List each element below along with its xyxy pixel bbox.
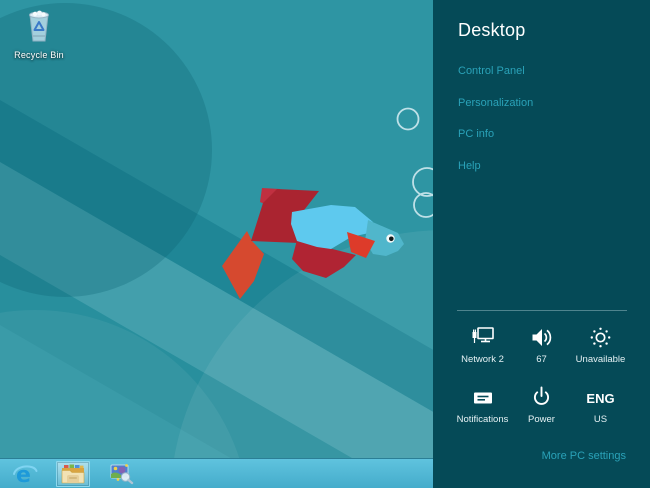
recycle-bin[interactable]: Recycle Bin [6,8,72,60]
recycle-bin-icon [29,10,49,42]
link-control-panel[interactable]: Control Panel [458,66,630,77]
power-icon [530,382,553,409]
notifications-icon [471,382,495,409]
tile-language-label: US [593,414,608,425]
brightness-icon [589,322,612,349]
recycle-bin-label: Recycle Bin [14,50,64,60]
panel-divider [457,310,627,311]
tile-brightness-label: Unavailable [575,354,626,365]
language-value: ENG [586,391,615,406]
tile-brightness[interactable]: Unavailable [571,322,630,365]
volume-icon [530,322,554,349]
tile-volume[interactable]: 67 [512,322,571,365]
more-pc-settings-link[interactable]: More PC settings [542,450,626,462]
tile-network[interactable]: Network 2 [453,322,512,365]
taskbar-internet-explorer-button[interactable]: e [8,461,42,487]
link-personalization[interactable]: Personalization [458,97,630,109]
language-badge: ENG [586,382,614,409]
tile-notifications[interactable]: Notifications [453,382,512,425]
media-app-icon [110,464,133,485]
file-explorer-icon [61,464,85,483]
taskbar: e [0,458,433,488]
taskbar-file-explorer-button[interactable] [56,460,90,487]
tile-volume-label: 67 [536,354,547,365]
internet-explorer-icon: e [13,463,38,487]
screen: Recycle Bin e Desktop Control Panel Pers… [0,0,650,488]
panel-links: Control Panel Personalization PC info He… [458,66,630,192]
network-icon [470,322,496,349]
tile-language[interactable]: ENG US [571,382,630,425]
tile-power[interactable]: Power [512,382,571,425]
link-help[interactable]: Help [458,160,630,172]
panel-title: Desktop [458,20,526,40]
link-pc-info[interactable]: PC info [458,129,630,140]
settings-panel: Desktop Control Panel Personalization PC… [433,0,650,488]
tile-network-label: Network 2 [461,354,504,365]
tile-notifications-label: Notifications [456,414,509,425]
tile-power-label: Power [528,414,555,425]
taskbar-media-app-button[interactable] [104,461,138,487]
settings-tiles: Network 2 67 Unavailable Notifications P… [453,322,630,425]
